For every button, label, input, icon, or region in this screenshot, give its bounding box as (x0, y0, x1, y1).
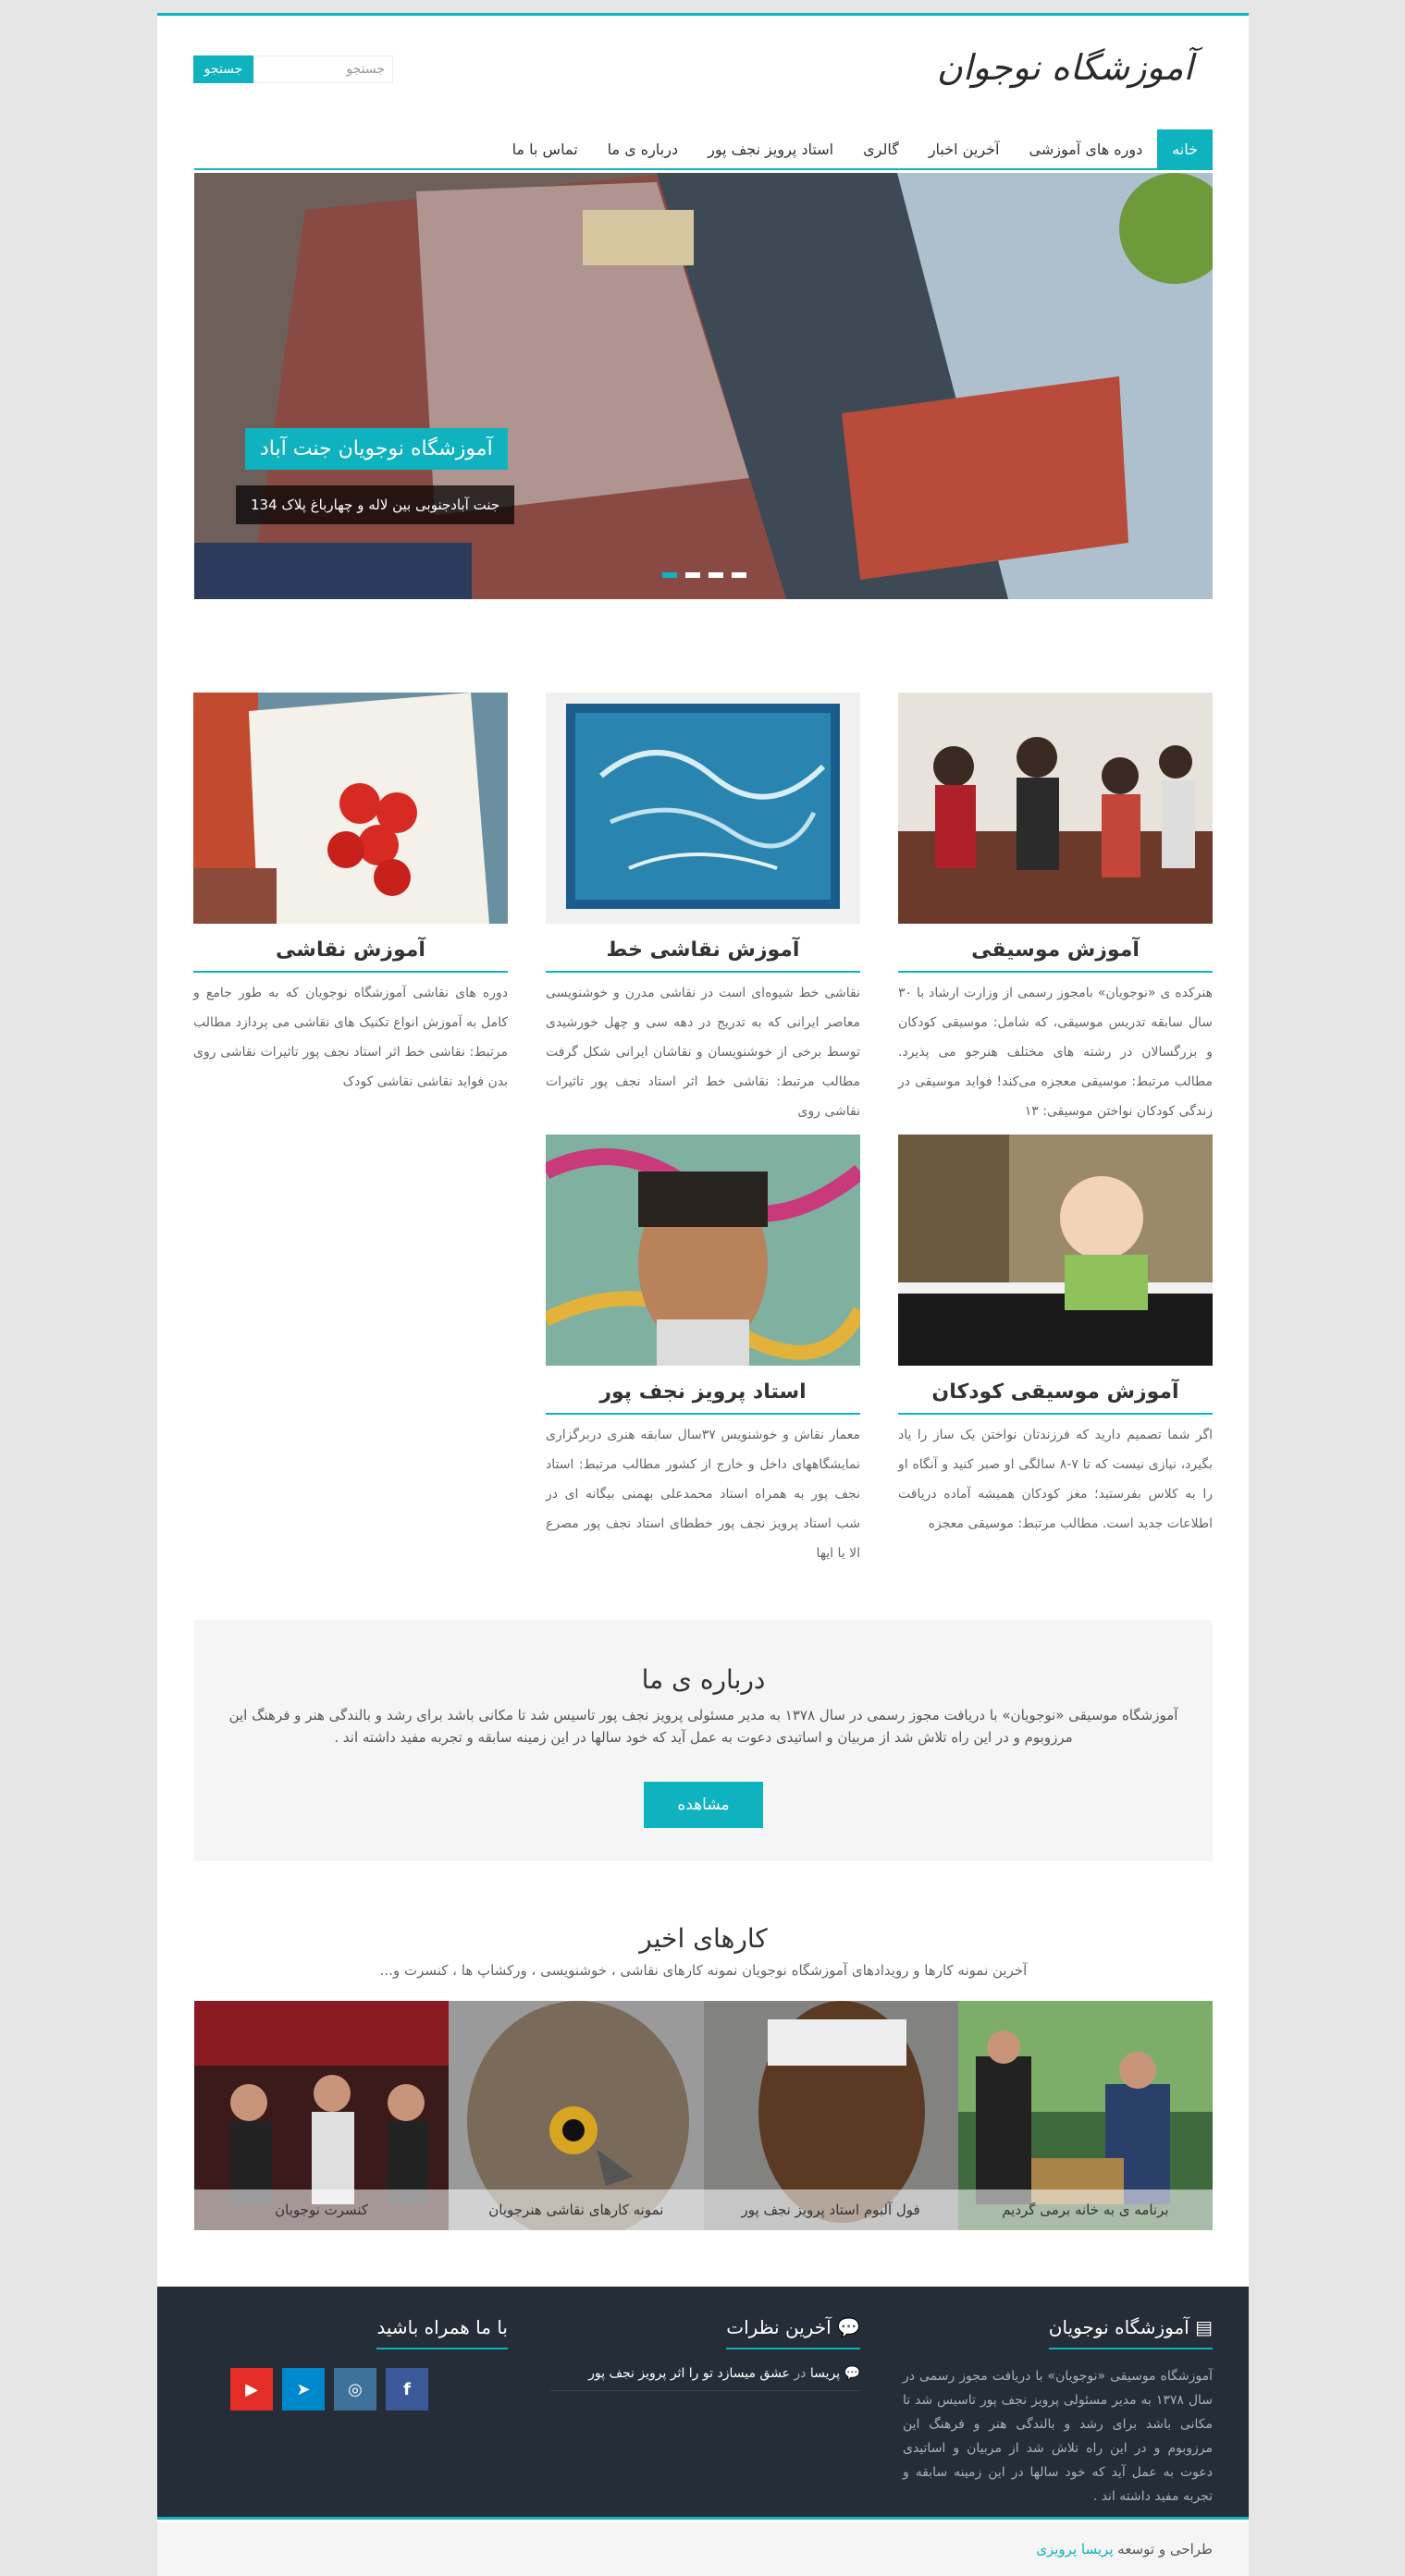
nav-item-news[interactable]: آخرین اخبار (914, 129, 1015, 168)
comments-icon: 💬 (831, 2316, 860, 2338)
slider-dot[interactable] (685, 572, 700, 578)
work-caption: نمونه کارهای نقاشی هنرجویان (449, 2190, 704, 2230)
slider-dots (662, 572, 746, 578)
comment-post-link[interactable]: عشق میسازد تو را اثر پرویز نجف پور (588, 2366, 790, 2381)
recent-comment: 💬 پریسا در عشق میسازد تو را اثر پرویز نج… (550, 2366, 860, 2391)
service-card: استاد پرویز نجف پور معمار نقاش و خوشنویس… (546, 1135, 860, 1568)
nav-item-gallery[interactable]: گالری (848, 129, 914, 168)
slider-photo (194, 173, 1213, 599)
footer-about-text: آموزشگاه موسیقی «نوجویان» با دریافت مجوز… (903, 2369, 1214, 2504)
footer-comments-title: 💬 آخرین نظرات (726, 2316, 860, 2349)
footer-about: ▤ آموزشگاه نوجویان آموزشگاه موسیقی «نوجو… (903, 2316, 1213, 2509)
site-footer: ▤ آموزشگاه نوجویان آموزشگاه موسیقی «نوجو… (157, 2287, 1249, 2520)
about-section: درباره ی ما آموزشگاه موسیقی «نوجویان» با… (194, 1620, 1213, 1861)
footer-about-title-text: آموزشگاه نوجویان (1048, 2316, 1189, 2338)
nav-item-contact[interactable]: تماس با ما (498, 129, 593, 168)
recent-works-subtitle: آخرین نمونه کارها و رویدادهای آموزشگاه ن… (379, 1962, 1028, 1979)
nav-item-courses[interactable]: دوره های آموزشی (1014, 129, 1157, 168)
service-title[interactable]: آموزش نقاشی (193, 938, 508, 973)
credit-prefix: طراحی و توسعه (1117, 2541, 1213, 2558)
nav-item-home[interactable]: خانه (1157, 129, 1213, 168)
document-icon: ▤ (1189, 2316, 1213, 2338)
work-item[interactable]: نمونه کارهای نقاشی هنرجویان (449, 2001, 704, 2230)
service-title[interactable]: استاد پرویز نجف پور (546, 1380, 860, 1415)
service-card: آموزش موسیقی هنرکده ی «نوجویان» بامجوز ر… (898, 693, 1213, 1126)
footer-social-title: با ما همراه باشید (376, 2316, 508, 2349)
social-links: ▶ ➤ ◎ f (230, 2368, 508, 2410)
footer-comments-title-text: آخرین نظرات (726, 2316, 832, 2338)
comment-icon: 💬 (844, 2366, 860, 2381)
music-lesson-photo[interactable] (898, 693, 1213, 924)
slider-caption-title: آموزشگاه نوجویان جنت آباد (245, 428, 508, 470)
service-text: اگر شما تصمیم دارید که فرزندتان نواختن ی… (898, 1428, 1213, 1531)
service-title[interactable]: آموزش نقاشی خط (546, 938, 860, 973)
about-title: درباره ی ما (641, 1664, 766, 1695)
footer-social: با ما همراه باشید ▶ ➤ ◎ f (230, 2316, 508, 2410)
nav-item-about[interactable]: درباره ی ما (593, 129, 693, 168)
search-input[interactable]: جستجو (253, 55, 393, 83)
service-title[interactable]: آموزش موسیقی کودکان (898, 1380, 1213, 1415)
service-text: دوره های نقاشی آموزشگاه نوجویان که به طو… (193, 986, 508, 1089)
service-card: آموزش نقاشی خط نقاشی خط شیوه‌ای است در ن… (546, 693, 860, 1126)
painting-lesson-photo[interactable] (193, 693, 508, 924)
work-caption: برنامه ی به خانه برمی گردیم (957, 2190, 1213, 2230)
slider-dot[interactable] (709, 572, 723, 578)
page: آموزشگاه نوجوان جستجو جستجو خانه دوره ها… (157, 13, 1249, 2576)
master-portrait-photo[interactable] (546, 1135, 860, 1366)
credit-text: طراحی و توسعه پریسا پرویزی (1036, 2541, 1213, 2558)
copyright-bar: طراحی و توسعه پریسا پرویزی (157, 2522, 1249, 2576)
slider-dot[interactable] (662, 572, 677, 578)
comment-in: در (794, 2366, 807, 2381)
service-text: معمار نقاش و خوشنویس ۳۷سال سابقه هنری در… (546, 1428, 861, 1561)
recent-works-grid: برنامه ی به خانه برمی گردیم فول آلبوم اس… (194, 2001, 1213, 2230)
about-text: آموزشگاه موسیقی «نوجویان» با دریافت مجوز… (228, 1707, 1178, 1746)
work-item[interactable]: فول آلبوم استاد پرویز نجف پور (703, 2001, 958, 2230)
site-logo[interactable]: آموزشگاه نوجوان (937, 47, 1193, 88)
youtube-icon[interactable]: ▶ (230, 2368, 273, 2410)
about-view-button[interactable]: مشاهده (644, 1782, 763, 1828)
service-text: نقاشی خط شیوه‌ای است در نقاشی مدرن و خوش… (546, 986, 860, 1119)
recent-works-title: کارهای اخیر (639, 1923, 768, 1954)
calligraphy-painting-photo[interactable] (546, 693, 860, 924)
kids-music-photo[interactable] (898, 1135, 1213, 1366)
work-caption: فول آلبوم استاد پرویز نجف پور (703, 2190, 958, 2230)
nav-item-master[interactable]: استاد پرویز نجف پور (693, 129, 848, 168)
slider-caption-subtitle: جنت آبادجنوبی بین لاله و چهارباغ پلاک 13… (236, 485, 515, 524)
service-title[interactable]: آموزش موسیقی (898, 938, 1213, 973)
facebook-icon[interactable]: f (386, 2368, 428, 2410)
telegram-icon[interactable]: ➤ (282, 2368, 325, 2410)
main-nav: خانه دوره های آموزشی آخرین اخبار گالری ا… (194, 129, 1213, 170)
search-button[interactable]: جستجو (193, 55, 253, 83)
comment-author[interactable]: پریسا (810, 2366, 840, 2381)
work-caption: کنسرت نوجویان (194, 2190, 450, 2230)
service-card: آموزش موسیقی کودکان اگر شما تصمیم دارید … (898, 1135, 1213, 1539)
hero-slider[interactable]: آموزشگاه نوجویان جنت آباد جنت آبادجنوبی … (194, 173, 1213, 599)
instagram-icon[interactable]: ◎ (334, 2368, 376, 2410)
footer-comments: 💬 آخرین نظرات 💬 پریسا در عشق میسازد تو ر… (550, 2316, 860, 2391)
work-item[interactable]: برنامه ی به خانه برمی گردیم (957, 2001, 1213, 2230)
footer-about-title: ▤ آموزشگاه نوجویان (1048, 2316, 1213, 2349)
work-item[interactable]: کنسرت نوجویان (194, 2001, 450, 2230)
slider-dot[interactable] (732, 572, 746, 578)
service-card: آموزش نقاشی دوره های نقاشی آموزشگاه نوجو… (193, 693, 508, 1097)
service-text: هنرکده ی «نوجویان» بامجوز رسمی از وزارت … (898, 986, 1213, 1119)
search-form: جستجو جستجو (193, 55, 393, 83)
credit-author-link[interactable]: پریسا پرویزی (1036, 2541, 1113, 2558)
